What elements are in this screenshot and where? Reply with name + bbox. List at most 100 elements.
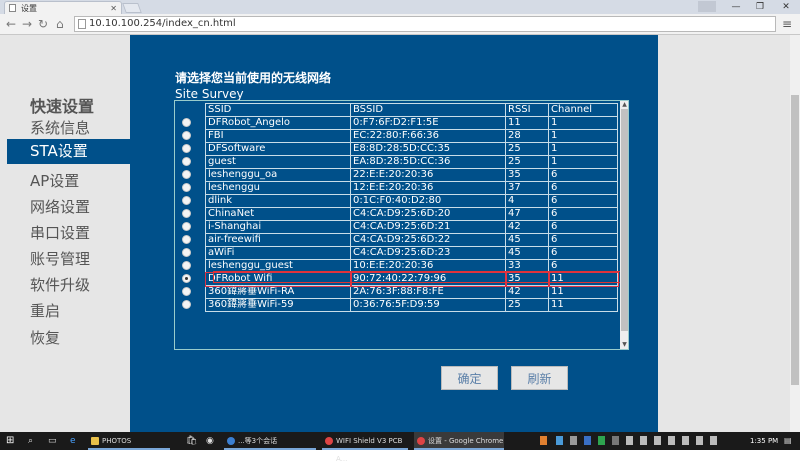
sidebar-item-ap[interactable]: AP设置 bbox=[30, 170, 79, 191]
table-row[interactable]: leshenggu 12:E:E:20:20:36 37 6 bbox=[205, 181, 618, 195]
table-row[interactable]: 360鍏嶈垂WiFi-59 0:36:76:5F:D9:59 25 11 bbox=[205, 298, 618, 312]
tray-icon[interactable] bbox=[612, 436, 619, 445]
tray-icon[interactable] bbox=[626, 436, 633, 445]
table-row[interactable]: dlink 0:1C:F0:40:D2:80 4 6 bbox=[205, 194, 618, 208]
cell-bssid: 2A:76:3F:88:F8:FE bbox=[350, 285, 506, 299]
cell-bssid: C4:CA:D9:25:6D:21 bbox=[350, 220, 506, 234]
task-view-icon[interactable]: ▭ bbox=[48, 432, 57, 450]
app-icon[interactable]: ◉ bbox=[206, 432, 214, 450]
table-row[interactable]: DFSoftware E8:8D:28:5D:CC:35 25 1 bbox=[205, 142, 618, 156]
cell-rssi: 45 bbox=[505, 233, 549, 247]
edge-icon[interactable]: e bbox=[70, 432, 76, 450]
taskbar-item-photos[interactable]: PHOTOS bbox=[88, 432, 170, 450]
selected-row-highlight bbox=[213, 271, 622, 283]
clock[interactable]: 1:35 PM bbox=[750, 432, 778, 450]
back-icon[interactable]: ← bbox=[6, 16, 16, 32]
store-icon[interactable]: 🛍 bbox=[186, 432, 197, 450]
url-text: 10.10.100.254/index_cn.html bbox=[89, 18, 236, 29]
network-radio[interactable] bbox=[182, 274, 191, 283]
table-row[interactable]: i-Shanghai C4:CA:D9:25:6D:21 42 6 bbox=[205, 220, 618, 234]
cell-rssi: 11 bbox=[505, 116, 549, 130]
confirm-button[interactable]: 确定 bbox=[441, 366, 498, 390]
network-radio[interactable] bbox=[182, 157, 191, 166]
tray-icon[interactable] bbox=[598, 436, 605, 445]
cell-rssi: 47 bbox=[505, 207, 549, 221]
user-icon[interactable] bbox=[698, 1, 716, 12]
table-row[interactable]: aWiFi C4:CA:D9:25:6D:23 45 6 bbox=[205, 246, 618, 260]
taskbar-item-wifi-shield[interactable]: WIFI Shield V3 PCB A... bbox=[322, 432, 408, 463]
network-radio[interactable] bbox=[182, 287, 191, 296]
table-row[interactable]: air-freewifi C4:CA:D9:25:6D:22 45 6 bbox=[205, 233, 618, 247]
tray-icon[interactable] bbox=[540, 436, 547, 445]
page-scrollbar[interactable] bbox=[790, 35, 800, 432]
network-radio[interactable] bbox=[182, 209, 191, 218]
tray-icon[interactable] bbox=[710, 436, 717, 445]
cell-rssi: 42 bbox=[505, 220, 549, 234]
taskbar-item-label: PHOTOS bbox=[102, 437, 132, 445]
network-radio[interactable] bbox=[182, 222, 191, 231]
cell-ssid: DFSoftware bbox=[205, 142, 351, 156]
sidebar-item-serial[interactable]: 串口设置 bbox=[30, 222, 90, 243]
table-row[interactable]: FBI EC:22:80:F:66:36 28 1 bbox=[205, 129, 618, 143]
home-icon[interactable]: ⌂ bbox=[56, 16, 64, 32]
browser-tab[interactable]: 设置 ✕ bbox=[4, 1, 122, 14]
forward-icon[interactable]: → bbox=[22, 16, 32, 32]
network-radio[interactable] bbox=[182, 235, 191, 244]
cell-ssid: dlink bbox=[205, 194, 351, 208]
tray-icon[interactable] bbox=[556, 436, 563, 445]
tray-icon[interactable] bbox=[696, 436, 703, 445]
sidebar-item-system-info[interactable]: 系统信息 bbox=[30, 117, 90, 138]
maximize-icon[interactable]: ❐ bbox=[748, 0, 772, 14]
refresh-button[interactable]: 刷新 bbox=[511, 366, 568, 390]
table-row[interactable]: 360鍏嶈垂WiFi-RA 2A:76:3F:88:F8:FE 42 11 bbox=[205, 285, 618, 299]
network-radio[interactable] bbox=[182, 261, 191, 270]
notifications-icon[interactable]: ▤ bbox=[784, 432, 792, 450]
scroll-down-icon[interactable]: ▼ bbox=[620, 341, 628, 349]
sidebar: 快速设置 系统信息 STA设置 AP设置 网络设置 串口设置 账号管理 软件升级… bbox=[0, 35, 130, 432]
menu-icon[interactable]: ≡ bbox=[782, 17, 792, 31]
network-radio[interactable] bbox=[182, 248, 191, 257]
network-radio[interactable] bbox=[182, 300, 191, 309]
reload-icon[interactable]: ↻ bbox=[38, 16, 48, 32]
network-radio[interactable] bbox=[182, 131, 191, 140]
battery-icon[interactable] bbox=[668, 436, 675, 445]
windows-start-icon[interactable]: ⊞ bbox=[6, 432, 14, 450]
scroll-up-icon[interactable]: ▲ bbox=[620, 101, 628, 109]
network-radio[interactable] bbox=[182, 170, 191, 179]
network-radio[interactable] bbox=[182, 196, 191, 205]
sidebar-item-upgrade[interactable]: 软件升级 bbox=[30, 274, 90, 295]
close-window-icon[interactable]: ✕ bbox=[774, 0, 798, 14]
cell-channel: 1 bbox=[548, 155, 618, 169]
address-bar[interactable]: 10.10.100.254/index_cn.html bbox=[74, 16, 776, 32]
column-header-channel: Channel bbox=[548, 103, 618, 117]
table-row[interactable]: DFRobot_Angelo 0:F7:6F:D2:F1:5E 11 1 bbox=[205, 116, 618, 130]
table-scroll-thumb[interactable] bbox=[621, 109, 628, 331]
cell-rssi: 37 bbox=[505, 181, 549, 195]
network-radio[interactable] bbox=[182, 118, 191, 127]
volume-icon[interactable] bbox=[654, 436, 661, 445]
new-tab-button[interactable] bbox=[122, 3, 142, 13]
taskbar-item-chat[interactable]: ...等3个会话 bbox=[224, 432, 316, 450]
table-row[interactable]: leshenggu_oa 22:E:E:20:20:36 35 6 bbox=[205, 168, 618, 182]
input-icon[interactable] bbox=[682, 436, 689, 445]
table-row[interactable]: ChinaNet C4:CA:D9:25:6D:20 47 6 bbox=[205, 207, 618, 221]
minimize-icon[interactable]: — bbox=[724, 0, 748, 14]
sidebar-item-reboot[interactable]: 重启 bbox=[30, 300, 60, 321]
tab-title: 设置 bbox=[21, 4, 37, 13]
cell-ssid: DFRobot_Angelo bbox=[205, 116, 351, 130]
sidebar-item-account[interactable]: 账号管理 bbox=[30, 248, 90, 269]
sidebar-item-restore[interactable]: 恢复 bbox=[30, 327, 60, 348]
table-scrollbar[interactable]: ▲ ▼ bbox=[620, 101, 628, 349]
cell-ssid: FBI bbox=[205, 129, 351, 143]
page-scroll-thumb[interactable] bbox=[791, 95, 799, 385]
network-radio[interactable] bbox=[182, 144, 191, 153]
network-radio[interactable] bbox=[182, 183, 191, 192]
tray-icon[interactable] bbox=[584, 436, 591, 445]
sidebar-item-sta[interactable]: STA设置 bbox=[7, 139, 130, 164]
tray-icon[interactable] bbox=[570, 436, 577, 445]
taskbar-item-settings-chrome[interactable]: 设置 - Google Chrome bbox=[414, 432, 504, 450]
wifi-icon[interactable] bbox=[640, 436, 647, 445]
table-row[interactable]: guest EA:8D:28:5D:CC:36 25 1 bbox=[205, 155, 618, 169]
search-icon[interactable]: ⌕ bbox=[28, 432, 33, 450]
sidebar-item-network[interactable]: 网络设置 bbox=[30, 196, 90, 217]
